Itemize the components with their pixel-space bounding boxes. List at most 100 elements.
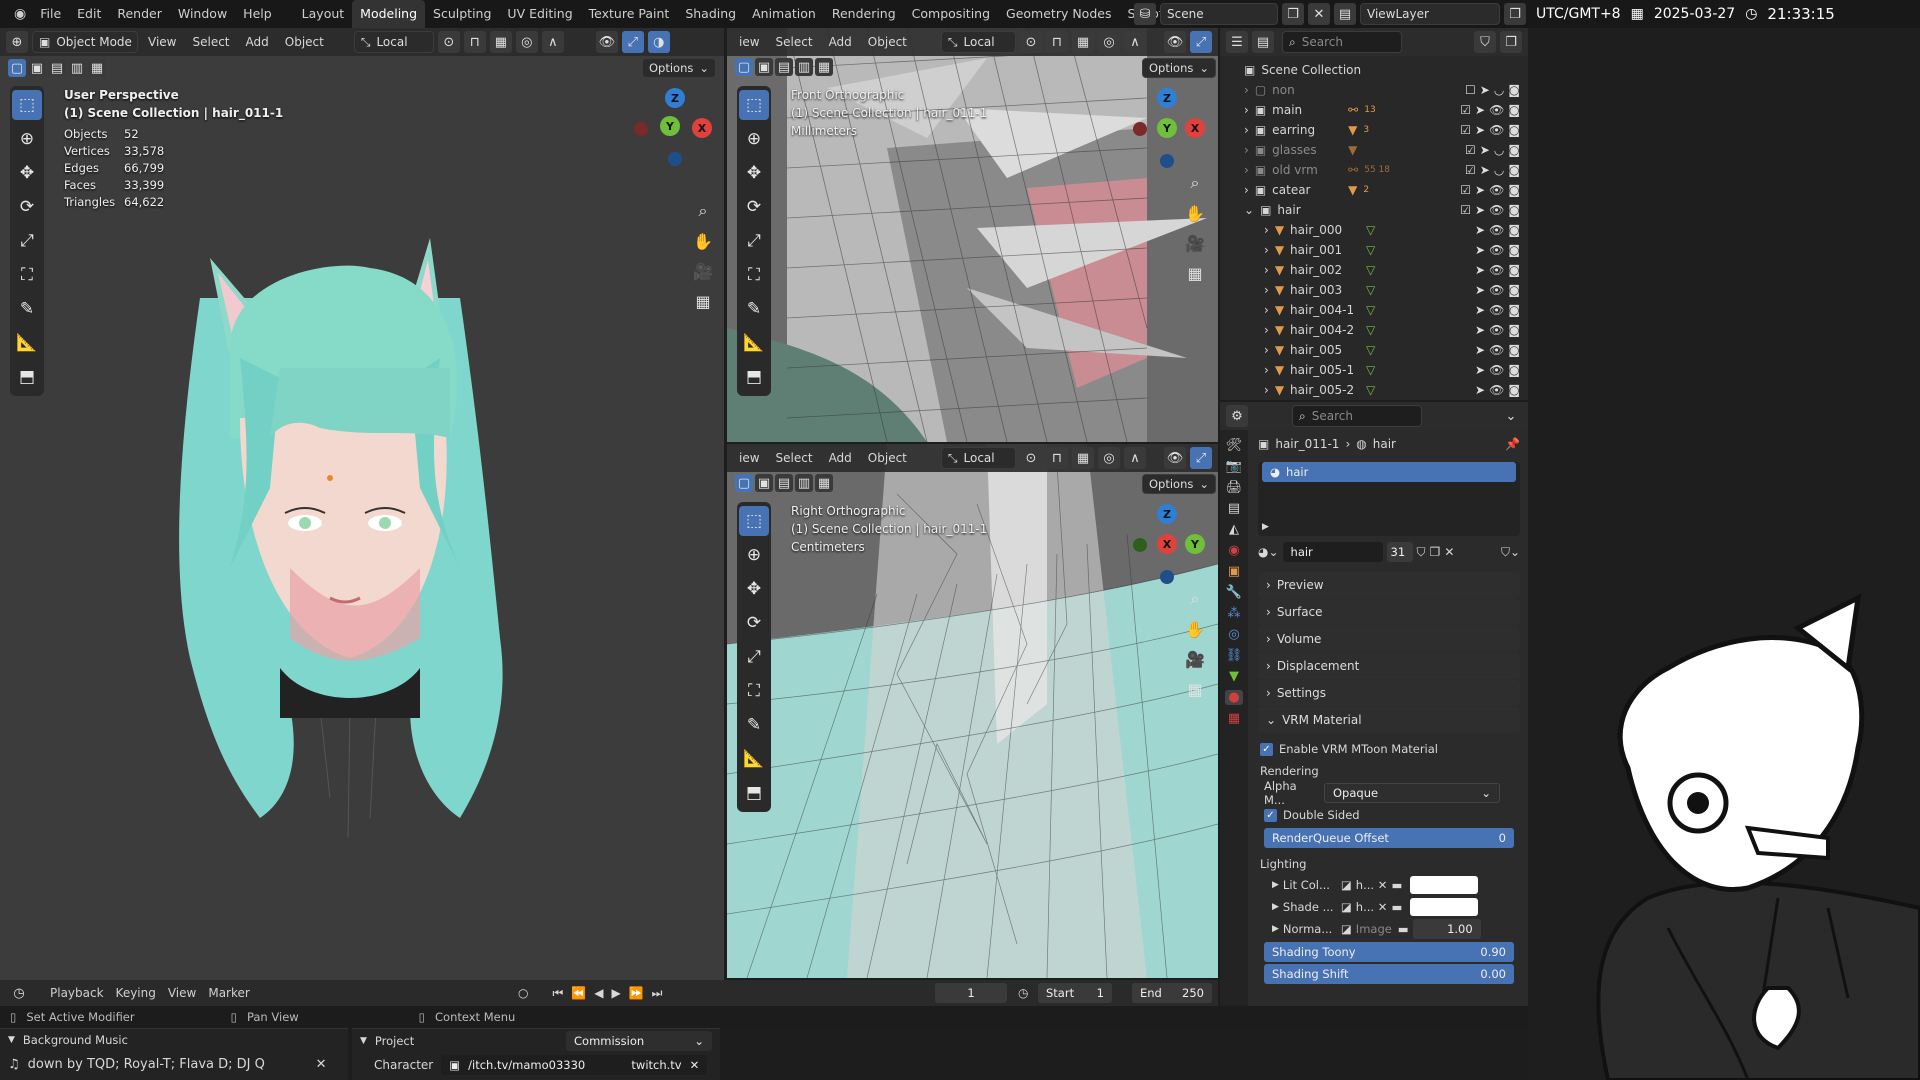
collection-row[interactable]: › ▣ earring ▼ 3 ☑ ➤ 👁 ◙ — [1220, 120, 1528, 140]
gizmo-z-icon[interactable]: Z — [1157, 504, 1177, 524]
visibility-icon[interactable]: 👁 — [1164, 447, 1186, 469]
section-surface[interactable]: › Surface — [1258, 599, 1520, 625]
snap-icon[interactable]: ⊓ — [1046, 447, 1068, 469]
filter-icon[interactable]: ⛉ — [1474, 31, 1496, 53]
expand-icon[interactable]: › — [1264, 243, 1269, 257]
pivot-icon[interactable]: ⊙ — [1020, 447, 1042, 469]
section-preview[interactable]: › Preview — [1258, 572, 1520, 598]
expand-icon[interactable]: › — [1244, 83, 1249, 97]
transform-orientation[interactable]: ⤡ Local — [940, 447, 1016, 469]
eye-icon[interactable]: 👁 — [1489, 323, 1504, 337]
proportional-edit-icon[interactable]: ◎ — [515, 31, 538, 53]
snap-target-icon[interactable]: ▦ — [489, 31, 512, 53]
move-tool-icon[interactable]: ✥ — [739, 158, 769, 188]
chevron-down-icon[interactable]: ⌄ — [1500, 405, 1522, 427]
section-volume[interactable]: › Volume — [1258, 626, 1520, 652]
character-model[interactable] — [170, 238, 520, 878]
collection-row[interactable]: ⌄ ▣ hair ☑ ➤ 👁 ◙ — [1220, 200, 1528, 220]
section-vrm-material[interactable]: ⌄ VRM Material — [1258, 707, 1520, 733]
tool-tab-icon[interactable]: 🛠 — [1226, 438, 1243, 453]
eye-icon[interactable]: 👁 — [1489, 223, 1504, 237]
transform-orientation[interactable]: ⤡ Local — [353, 31, 434, 53]
camera-icon[interactable]: ◙ — [1508, 263, 1520, 277]
select-new-icon[interactable]: ▢ — [8, 59, 26, 77]
menu-add[interactable]: Add — [823, 451, 858, 465]
measure-tool-icon[interactable]: 📐 — [12, 328, 42, 358]
camera-icon[interactable]: ◙ — [1508, 283, 1520, 297]
snap-icon[interactable]: ⊓ — [463, 31, 486, 53]
add-cube-tool-icon[interactable]: ⬒ — [739, 778, 769, 808]
annotate-tool-icon[interactable]: ✎ — [739, 294, 769, 324]
camera-icon[interactable]: ◙ — [1508, 203, 1520, 217]
checkbox-icon[interactable]: ☐ — [1465, 83, 1476, 97]
select-icon[interactable]: ➤ — [1480, 83, 1490, 97]
camera-view-icon[interactable]: 🎥 — [1182, 230, 1208, 256]
outliner-object-row[interactable]: › ▼ hair_005-2 ▽ ➤ 👁 ◙ — [1220, 380, 1528, 400]
material-tab-icon[interactable]: ● — [1225, 690, 1243, 705]
tab-rendering[interactable]: Rendering — [824, 0, 904, 28]
eye-icon[interactable]: ◡ — [1494, 83, 1504, 97]
select-intersect-icon[interactable]: ▦ — [815, 474, 833, 492]
select-intersect-icon[interactable]: ▦ — [88, 59, 106, 77]
section-displacement[interactable]: › Displacement — [1258, 653, 1520, 679]
new-scene-icon[interactable]: ❐ — [1282, 3, 1304, 25]
options-dropdown[interactable]: Options ⌄ — [1142, 474, 1217, 494]
expand-icon[interactable]: › — [1244, 123, 1249, 137]
expand-icon[interactable]: ▶ — [1272, 880, 1279, 890]
collection-row[interactable]: › ▣ main ⚯ 13 ☑ ➤ 👁 ◙ — [1220, 100, 1528, 120]
select-icon[interactable]: ➤ — [1480, 163, 1490, 177]
expand-icon[interactable]: › — [1264, 383, 1269, 397]
outliner-object-row[interactable]: › ▼ hair_003 ▽ ➤ 👁 ◙ — [1220, 280, 1528, 300]
outliner-object-row[interactable]: › ▼ hair_004-2 ▽ ➤ 👁 ◙ — [1220, 320, 1528, 340]
properties-search[interactable]: ⌕ Search — [1292, 405, 1422, 427]
zoom-icon[interactable]: ⌕ — [690, 198, 716, 224]
collection-row[interactable]: › ▣ glasses ▼ ☑ ➤ ◡ ◙ — [1220, 140, 1528, 160]
transform-tool-icon[interactable]: ⛶ — [739, 676, 769, 706]
project-dropdown[interactable]: Commission ⌄ — [566, 1031, 712, 1051]
mode-dropdown[interactable]: ▣ Object Mode — [32, 31, 138, 53]
gizmo-toggle-icon[interactable]: ⤢ — [1190, 31, 1212, 53]
delete-scene-icon[interactable]: ✕ — [1308, 3, 1330, 25]
jump-end-icon[interactable]: ⏭ — [652, 986, 663, 1001]
measure-tool-icon[interactable]: 📐 — [739, 744, 769, 774]
menu-view[interactable]: iew — [733, 35, 766, 49]
editor-type-icon[interactable]: ⊕ — [6, 31, 28, 53]
proportional-edit-icon[interactable]: ◎ — [1098, 447, 1120, 469]
ortho-toggle-icon[interactable]: ▦ — [690, 288, 716, 314]
camera-icon[interactable]: ◙ — [1508, 143, 1520, 157]
select-subtract-icon[interactable]: ▤ — [775, 58, 793, 76]
falloff-icon[interactable]: ∧ — [541, 31, 564, 53]
viewlayer-selector[interactable]: ▤ ViewLayer ❐ ✕ — [1334, 3, 1552, 25]
unlink-material-icon[interactable]: ✕ — [1444, 545, 1454, 559]
expand-slot-icon[interactable]: ▶ — [1262, 522, 1269, 532]
gizmo-z-icon[interactable]: Z — [1157, 88, 1177, 108]
gizmo-neg-z-icon[interactable] — [1160, 570, 1174, 584]
expand-icon[interactable]: › — [1244, 183, 1249, 197]
select-intersect-icon[interactable]: ▦ — [815, 58, 833, 76]
ortho-toggle-icon[interactable]: ▦ — [1182, 260, 1208, 286]
gizmo-neg-y-icon[interactable] — [1133, 538, 1147, 552]
menu-window[interactable]: Window — [170, 0, 235, 28]
tab-animation[interactable]: Animation — [744, 0, 824, 28]
menu-select[interactable]: Select — [186, 35, 235, 49]
menu-render[interactable]: Render — [109, 0, 170, 28]
jump-prev-key-icon[interactable]: ⏪ — [571, 986, 586, 1000]
camera-icon[interactable]: ◙ — [1508, 343, 1520, 357]
gizmo-y-icon[interactable]: Y — [1185, 534, 1205, 554]
gizmo-x-icon[interactable]: X — [1185, 118, 1205, 138]
eye-icon[interactable]: 👁 — [1489, 383, 1504, 397]
data-tab-icon[interactable]: ▼ — [1229, 669, 1239, 684]
tab-uv-editing[interactable]: UV Editing — [499, 0, 580, 28]
alpha-mode-dropdown[interactable]: Opaque ⌄ — [1324, 783, 1500, 803]
material-filter-icon[interactable]: ⛉⌄ — [1501, 545, 1520, 560]
falloff-icon[interactable]: ∧ — [1124, 447, 1146, 469]
move-tool-icon[interactable]: ✥ — [12, 158, 42, 188]
eye-icon[interactable]: 👁 — [1489, 203, 1504, 217]
select-icon[interactable]: ➤ — [1475, 203, 1485, 217]
camera-icon[interactable]: ◙ — [1508, 323, 1520, 337]
expand-icon[interactable]: › — [1264, 323, 1269, 337]
expand-icon[interactable]: › — [1264, 223, 1269, 237]
expand-icon[interactable]: › — [1244, 103, 1249, 117]
pin-icon[interactable]: 📌 — [1505, 437, 1528, 451]
select-icon[interactable]: ➤ — [1475, 183, 1485, 197]
